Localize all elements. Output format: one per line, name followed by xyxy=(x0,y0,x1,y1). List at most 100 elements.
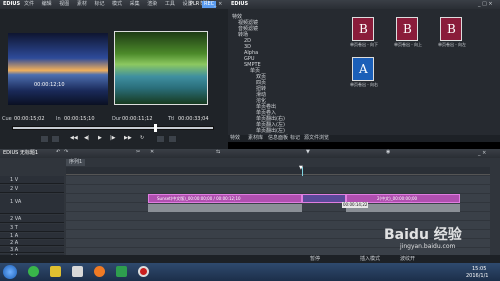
thumb-label: 单页卷出 - 向上 xyxy=(394,42,422,47)
track-label: 3 T xyxy=(10,225,18,231)
program-preview[interactable] xyxy=(114,31,208,105)
insert-button[interactable] xyxy=(156,135,165,143)
transport-controls: ◀◀ ◀| ▶ |▶ ▶▶ ↻ xyxy=(40,135,190,145)
track-header-3t[interactable]: 3 T xyxy=(0,224,64,232)
menu-item-edit[interactable]: 编辑 xyxy=(42,1,52,7)
track-header-1v[interactable]: 1 V xyxy=(0,176,64,184)
window-controls-icon[interactable]: _ × xyxy=(214,2,222,7)
effects-panel: 特效 视频滤镜 音频滤镜 转场 2D 3D Alpha GPU SMPTE 单页… xyxy=(228,9,500,142)
play-icon[interactable]: ▶ xyxy=(98,136,102,141)
transition-thumb[interactable]: B xyxy=(440,17,462,41)
menu-item-mode[interactable]: 模式 xyxy=(112,1,122,7)
scrub-handle[interactable] xyxy=(154,124,157,132)
menu-item-view[interactable]: 视图 xyxy=(59,1,69,7)
record-icon[interactable] xyxy=(138,266,149,277)
timeline-toolbar: ↶ ↷ ✂ ✕ ⇆ ▼ ◉ xyxy=(56,150,476,157)
track-header-1va[interactable]: 1 VA xyxy=(0,194,64,214)
fast-forward-icon[interactable]: ▶▶ xyxy=(124,136,132,141)
tab-bin[interactable]: 素材库 xyxy=(248,136,263,141)
cue-label: Cue xyxy=(2,116,12,122)
thumb-grid: B 单页卷出 - 向下 B 单页卷出 - 向上 B 单页卷出 - 向左 A 单页… xyxy=(348,15,496,105)
menu-item-render[interactable]: 渲染 xyxy=(147,1,157,7)
ttl-value: 00:00:33;04 xyxy=(178,116,209,122)
transition-thumb[interactable]: B xyxy=(352,17,374,41)
track-header-2a[interactable]: 2 A xyxy=(0,240,64,246)
clip-label: 2(中文)_00:00:00;00 xyxy=(377,196,418,201)
overwrite-button[interactable] xyxy=(168,135,177,143)
scrub-bar[interactable] xyxy=(12,126,214,130)
tab-marker[interactable]: 标记 xyxy=(290,136,300,141)
thumb-label: 单页卷出 - 向左 xyxy=(438,42,466,47)
render-icon[interactable]: ◉ xyxy=(386,150,390,155)
tab-info[interactable]: 信息面板 xyxy=(268,136,288,141)
menu-item-clip[interactable]: 素材 xyxy=(77,1,87,7)
taskbar-app-icon[interactable] xyxy=(28,266,39,277)
clock-date[interactable]: 2016/1/1 xyxy=(466,274,488,279)
track-header-2v[interactable]: 2 V xyxy=(0,185,64,193)
undo-icon[interactable]: ↶ xyxy=(56,150,60,155)
menu-item-marker[interactable]: 标记 xyxy=(94,1,104,7)
set-in-button[interactable] xyxy=(40,135,49,143)
panel-controls-icon[interactable]: _ □ × xyxy=(478,2,493,7)
redo-icon[interactable]: ↷ xyxy=(64,150,68,155)
source-timecode: 00:00:12;10 xyxy=(34,82,65,88)
timeline-window-controls-icon[interactable]: _ × xyxy=(478,151,486,156)
cue-value: 00:00:15;02 xyxy=(14,116,45,122)
delete-icon[interactable]: ✕ xyxy=(150,150,154,155)
playhead-marker-icon[interactable]: ▼ xyxy=(299,166,303,171)
taskbar-app-icon[interactable] xyxy=(72,266,83,277)
track-header-3a[interactable]: 3 A xyxy=(0,247,64,253)
transition-thumb[interactable]: B xyxy=(396,17,418,41)
tree-item-flip-out-left[interactable]: 单页翻出(左) xyxy=(256,129,285,134)
taskbar-app-icon[interactable] xyxy=(116,266,127,277)
taskbar-app-icon[interactable] xyxy=(50,266,61,277)
effects-title: EDIUS xyxy=(231,1,249,7)
status-left: 暂停 xyxy=(310,256,321,262)
menu-item-capture[interactable]: 采集 xyxy=(130,1,140,7)
loop-icon[interactable]: ↻ xyxy=(140,136,144,141)
track-header-1a[interactable]: 1 A xyxy=(0,233,64,239)
dur-label: Dur xyxy=(112,116,122,122)
menu-item-tools[interactable]: 工具 xyxy=(165,1,175,7)
step-forward-icon[interactable]: |▶ xyxy=(110,136,116,141)
ripple-icon[interactable]: ⇆ xyxy=(216,150,220,155)
transition-thumb[interactable]: A xyxy=(352,57,374,81)
watermark-url: jingyan.baidu.com xyxy=(400,243,456,250)
timeline-titlebar: EDIUS 无标题1 ↶ ↷ ✂ ✕ ⇆ ▼ ◉ _ × xyxy=(0,149,500,158)
status-bar: 暂停 插入模式 波纹开 xyxy=(0,255,500,263)
status-insert-mode: 插入模式 xyxy=(360,256,381,262)
cut-icon[interactable]: ✂ xyxy=(136,150,140,155)
clock-time[interactable]: 15:05 xyxy=(472,267,486,272)
audio-waveform-left[interactable] xyxy=(148,204,302,212)
watermark-brand: Baidu 经验 xyxy=(384,227,462,243)
step-back-icon[interactable]: ◀| xyxy=(84,136,90,141)
mode-badge[interactable]: PLR xyxy=(190,2,199,7)
track-label: 1 V xyxy=(10,177,19,183)
status-ripple: 波纹开 xyxy=(400,256,416,262)
player-area: 00:00:12;10 Cue 00:00:15;02 In 00:00:15;… xyxy=(0,9,228,149)
thumb-letter: B xyxy=(447,22,456,36)
set-out-button[interactable] xyxy=(51,135,60,143)
transition-clip[interactable] xyxy=(302,194,346,203)
marker-icon[interactable]: ▼ xyxy=(306,150,310,155)
track-label: 1 VA xyxy=(10,199,22,205)
track-label: 1 A xyxy=(10,233,19,239)
tab-effects[interactable]: 特效 xyxy=(230,136,240,141)
source-preview[interactable]: 00:00:12;10 xyxy=(8,33,108,105)
rewind-icon[interactable]: ◀◀ xyxy=(70,136,78,141)
menu-item-file[interactable]: 文件 xyxy=(24,1,34,7)
start-button[interactable] xyxy=(3,265,17,279)
video-clip-left[interactable]: Sunset(中文版)_00:00:00;00 / 00:00:12;10 xyxy=(148,194,302,203)
in-label: In xyxy=(56,116,61,122)
tab-source-browser[interactable]: 源文件浏览 xyxy=(304,136,329,141)
track-header-2va[interactable]: 2 VA xyxy=(0,215,64,223)
thumb-letter: A xyxy=(359,62,368,76)
track-label: 2 VA xyxy=(10,216,22,222)
track-label: 3 A xyxy=(10,247,19,253)
firefox-icon[interactable] xyxy=(94,266,105,277)
timeline-ruler[interactable] xyxy=(66,167,490,175)
timecode-tooltip: 00:00:14;22 xyxy=(342,202,369,208)
sequence-tab[interactable]: 序列1 xyxy=(66,159,86,166)
app-title: EDIUS xyxy=(3,1,21,7)
effects-titlebar: EDIUS _ □ × xyxy=(228,0,500,9)
